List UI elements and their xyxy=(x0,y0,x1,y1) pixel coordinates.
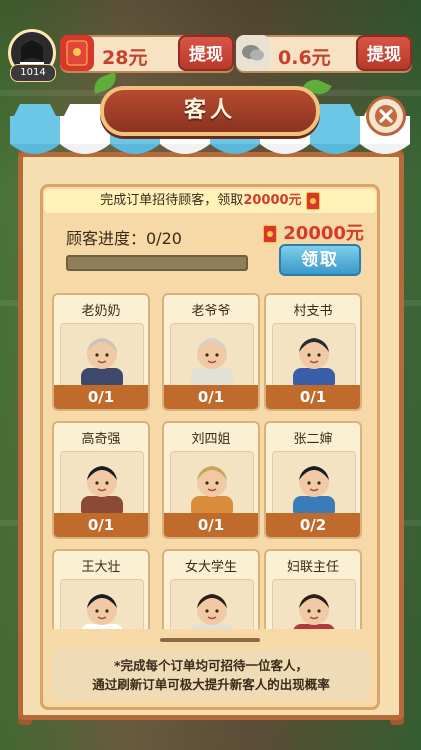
close-icon xyxy=(375,105,397,127)
guest-card[interactable]: 老爷爷 0/1 xyxy=(162,293,260,411)
awning-scallop xyxy=(210,144,260,154)
guest-card[interactable]: 刘四姐 0/1 xyxy=(162,421,260,539)
guest-portrait-icon xyxy=(170,451,254,518)
progress-label: 顾客进度：0/20 xyxy=(66,229,182,248)
guest-portrait-icon xyxy=(272,451,356,518)
level-badge: 1014 xyxy=(10,64,56,82)
awning-segment xyxy=(314,104,356,116)
guest-count: 0/1 xyxy=(54,385,148,409)
guest-portrait-icon xyxy=(272,323,356,390)
guest-name: 老奶奶 xyxy=(81,304,121,319)
guest-card[interactable]: 村支书 0/1 xyxy=(264,293,362,411)
cash-balance: 28元 提现 xyxy=(60,35,234,73)
reward-amount: 20000元 xyxy=(283,223,364,244)
guest-name: 刘四姐 xyxy=(191,432,231,447)
red-packet-icon xyxy=(263,225,277,243)
cash-value: 28元 xyxy=(102,47,148,69)
hint-line-1: *完成每个订单均可招待一位客人， xyxy=(113,658,309,673)
task-text: 完成订单招待顾客，领取 xyxy=(100,193,244,208)
red-packet-icon xyxy=(60,35,94,71)
claim-button[interactable]: 领取 xyxy=(279,244,361,276)
top-hud: 1014 28元 提现 0.6元 提现 xyxy=(0,0,421,85)
guest-name: 村支书 xyxy=(293,304,333,319)
awning-scallop xyxy=(310,144,360,154)
guest-card[interactable]: 妇联主任 xyxy=(264,549,362,629)
awning-stripe xyxy=(10,116,60,144)
guest-name: 张二婶 xyxy=(293,432,333,447)
wechat-balance: 0.6元 提现 xyxy=(236,35,412,73)
guest-count: 0/2 xyxy=(266,513,360,537)
guest-name: 王大壮 xyxy=(81,560,121,575)
wechat-icon xyxy=(236,35,270,71)
awning-scallop xyxy=(110,144,160,154)
red-packet-icon xyxy=(305,191,320,210)
guest-name: 妇联主任 xyxy=(286,560,339,575)
dialog-title: 客人 xyxy=(100,86,320,136)
guest-card[interactable]: 张二婶 0/2 xyxy=(264,421,362,539)
awning-scallop xyxy=(10,144,60,154)
task-banner: 完成订单招待顾客，领取20000元 xyxy=(44,189,376,213)
guest-portrait-icon xyxy=(60,323,144,390)
guest-name: 女大学生 xyxy=(184,560,237,575)
task-amount: 20000元 xyxy=(243,193,302,208)
guest-portrait-icon xyxy=(272,579,356,629)
guest-count: 0/1 xyxy=(266,385,360,409)
hint-line-2: 通过刷新订单可极大提升新客人的出现概率 xyxy=(92,677,330,692)
guest-count: 0/1 xyxy=(54,513,148,537)
awning-scallop xyxy=(160,144,210,154)
awning-segment xyxy=(14,104,56,116)
guest-portrait-icon xyxy=(170,579,254,629)
guest-portrait-icon xyxy=(170,323,254,390)
guest-name: 老爷爷 xyxy=(191,304,231,319)
guest-count: 0/1 xyxy=(164,513,258,537)
awning-scallop xyxy=(60,144,110,154)
awning-scallop xyxy=(260,144,310,154)
guest-card[interactable]: 高奇强 0/1 xyxy=(52,421,150,539)
close-button[interactable] xyxy=(366,96,406,136)
wechat-value: 0.6元 xyxy=(278,47,331,69)
hint-box: *完成每个订单均可招待一位客人， 通过刷新订单可极大提升新客人的出现概率 xyxy=(52,650,370,700)
guest-portrait-icon xyxy=(60,579,144,629)
guest-portrait-icon xyxy=(60,451,144,518)
guest-count: 0/1 xyxy=(164,385,258,409)
reward: 20000元 xyxy=(263,219,364,245)
guest-grid[interactable]: 老奶奶 0/1 老爷爷 0/1 村支书 0/1 高奇强 0/1 刘四姐 0/1 张二婶 0/2 王大壮 女… xyxy=(48,291,374,629)
progress-bar xyxy=(66,255,248,271)
guest-name: 高奇强 xyxy=(81,432,121,447)
wechat-withdraw-button[interactable]: 提现 xyxy=(356,35,412,71)
awning-scallop xyxy=(360,144,410,154)
guest-card[interactable]: 女大学生 xyxy=(162,549,260,629)
guest-card[interactable]: 王大壮 xyxy=(52,549,150,629)
guest-card[interactable]: 老奶奶 0/1 xyxy=(52,293,150,411)
scroll-indicator[interactable] xyxy=(160,638,260,642)
cash-withdraw-button[interactable]: 提现 xyxy=(178,35,234,71)
